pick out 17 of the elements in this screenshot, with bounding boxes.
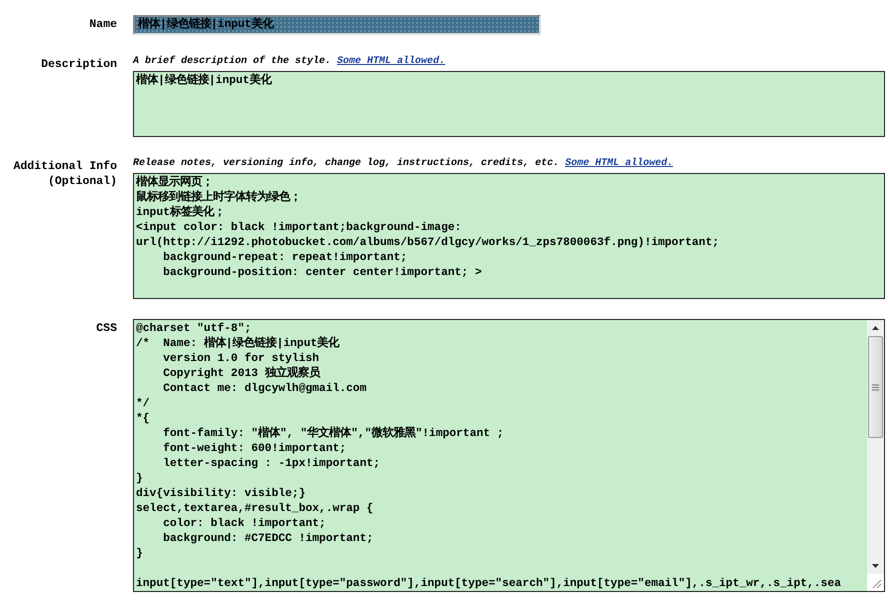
field-label: Additional Info bbox=[13, 159, 117, 174]
scroll-thumb[interactable] bbox=[868, 336, 883, 438]
html-link[interactable]: Some HTML allowed. bbox=[337, 56, 446, 67]
name-input[interactable]: 楷体|绿色链接|input美化 bbox=[133, 15, 541, 35]
resize-grip-icon[interactable] bbox=[867, 574, 884, 591]
field-label: Description bbox=[41, 57, 117, 72]
scrollbar[interactable] bbox=[867, 320, 884, 591]
code-editor[interactable]: @charset "utf-8"; /* Name: 楷体|绿色链接|input美化 version 1.0 for stylish Copyright 2013 独立观察员 Contact me: dlgcywlh@gmail.com */ *{ font-family: "楷体", "华文楷体","微软雅黑"!important ; font-weight: 600!important; letter-spacing : -1px!important; } div{visibility: visible;} select,textarea,#result_box,.wrap { color: black !important; background: #C7EDCC !important; } input[type="text"],input[type="password"],input[type="search"],input[type="email"],.s_ipt_wr,.s_ipt,.sea bbox=[134, 320, 867, 591]
field-label-note: (Optional) bbox=[48, 174, 117, 189]
field-label: CSS bbox=[96, 321, 117, 336]
text-area[interactable]: 楷体显示网页； 鼠标移到链接上时字体转为绿色； input标签美化； <input color: black !important;background-image: url(http://i1292.photobucket.com/albums/b567/dlgcy/works/1_zps7800063f.png)!important; background-repeat: repeat!important; background-position: center center!important; > bbox=[133, 173, 885, 299]
field-label: Name bbox=[89, 17, 117, 32]
field-hint: Release notes, versioning info, change log, instructions, credits, etc. Some HTML allowed. bbox=[133, 157, 674, 170]
field-hint: A brief description of the style. Some HTML allowed. bbox=[133, 55, 446, 68]
text-area[interactable]: 楷体|绿色链接|input美化 bbox=[133, 71, 885, 137]
grip-icon bbox=[871, 382, 880, 392]
html-link[interactable]: Some HTML allowed. bbox=[565, 158, 674, 169]
